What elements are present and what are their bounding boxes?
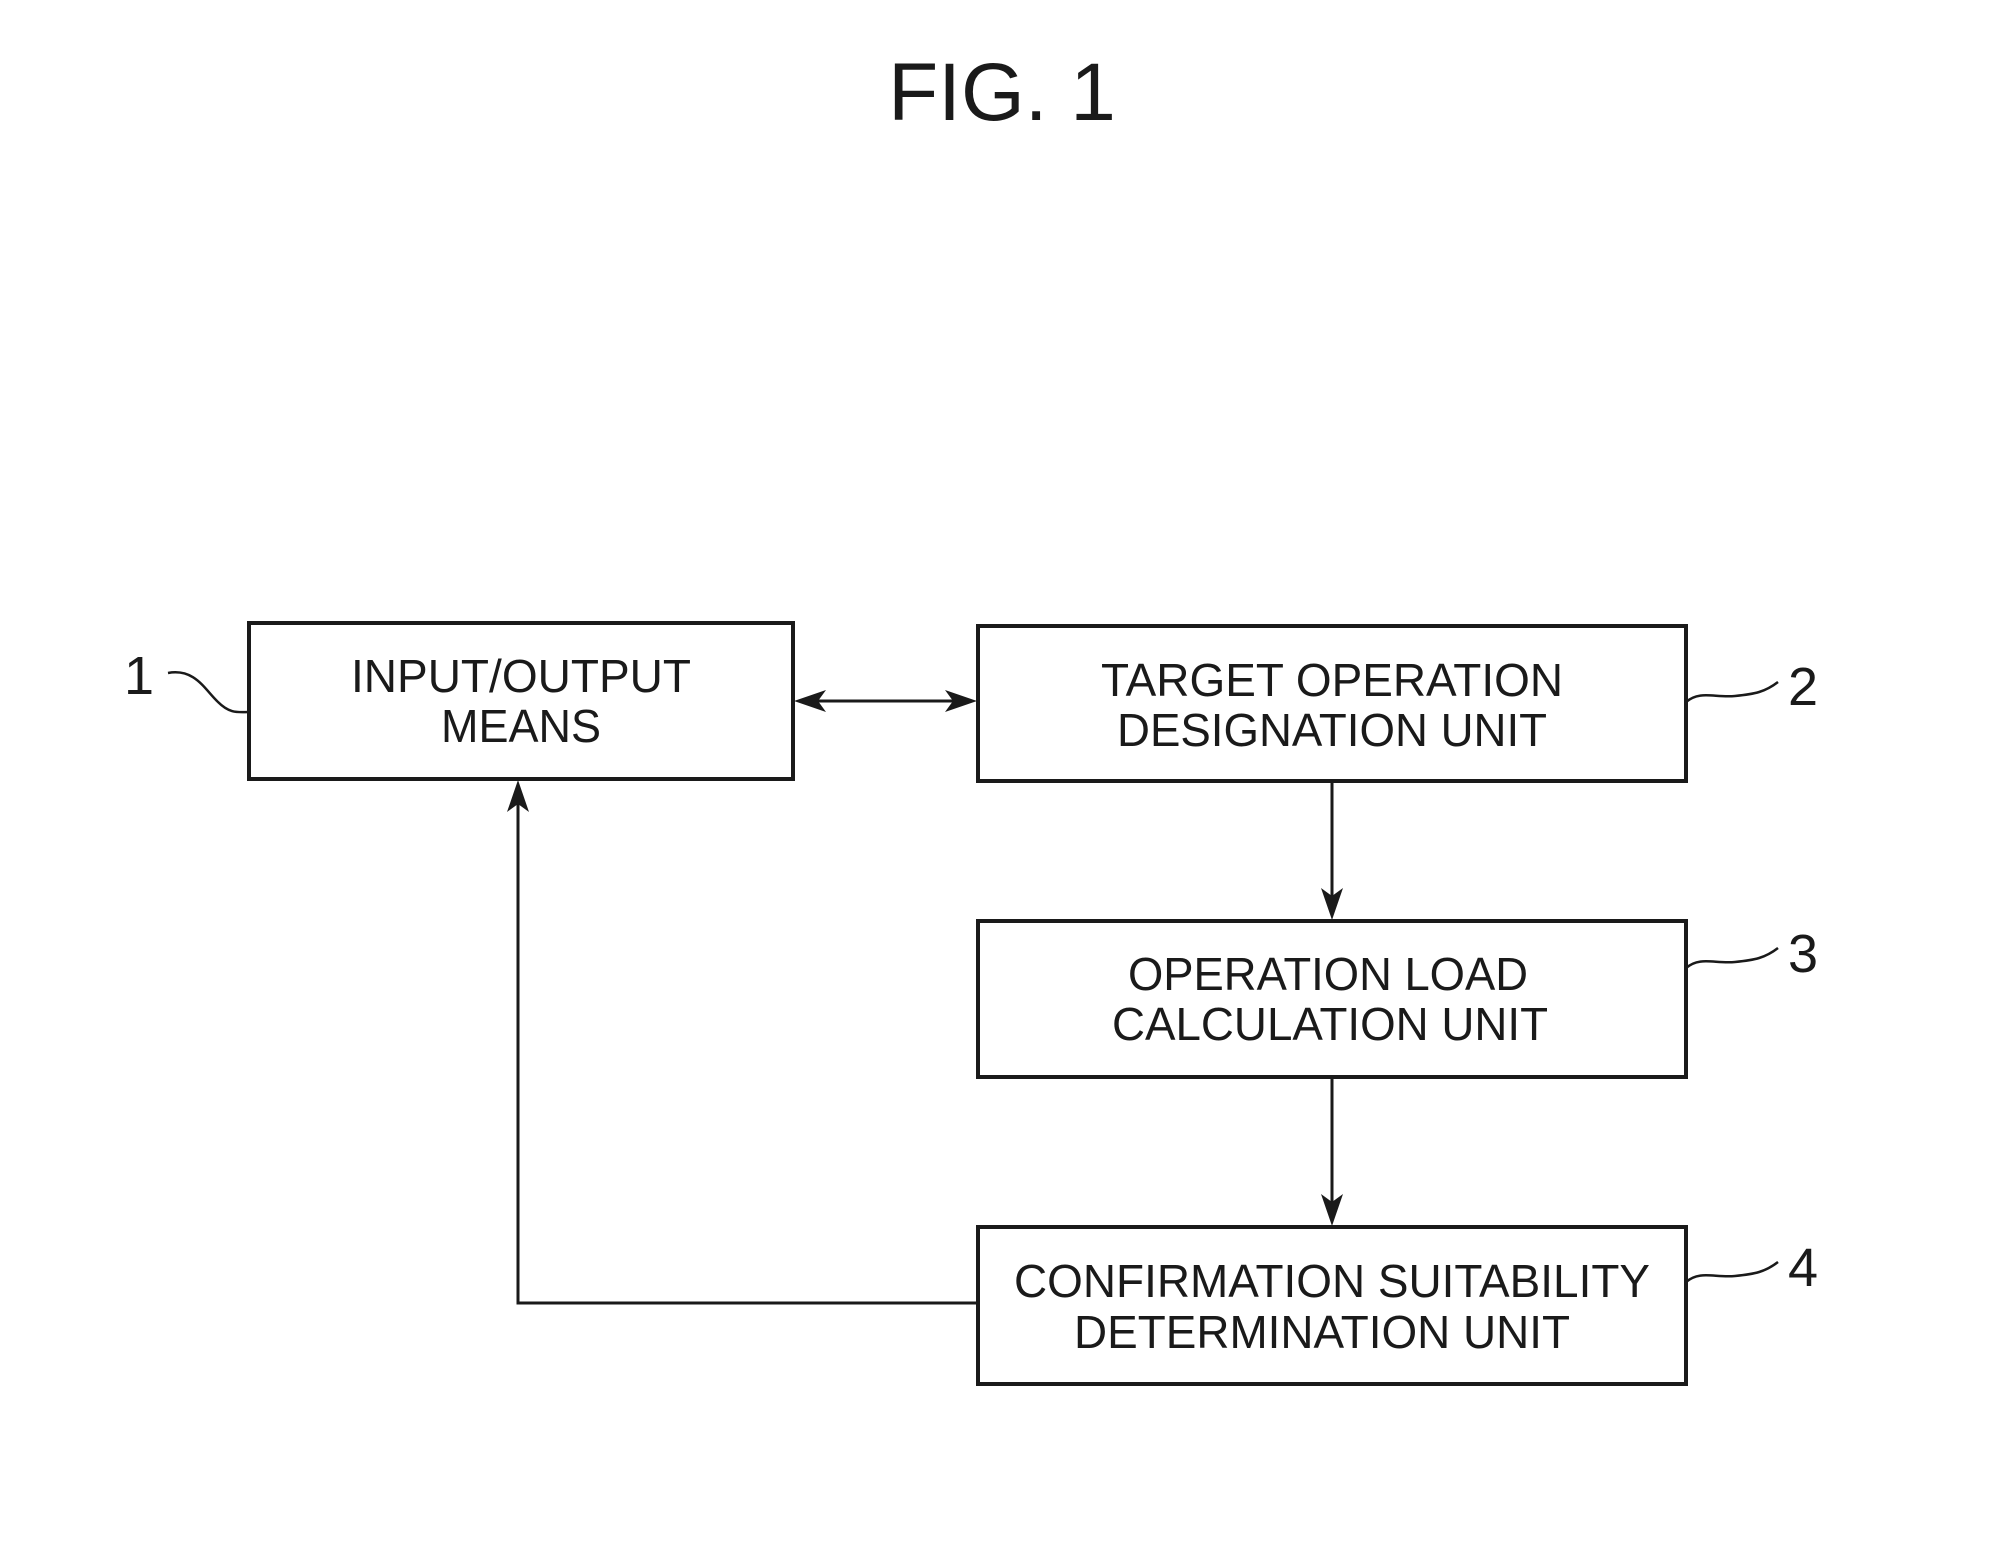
block-3-line1: OPERATION LOAD (1128, 948, 1528, 1000)
block-1-line1: INPUT/OUTPUT (351, 650, 691, 702)
block-4-line2: DETERMINATION UNIT (1074, 1306, 1570, 1358)
block-3-line2: CALCULATION UNIT (1112, 998, 1548, 1050)
ref-numeral-2: 2 (1788, 657, 1818, 717)
block-2-line2: DESIGNATION UNIT (1117, 704, 1547, 756)
connector-2-3 (1321, 781, 1343, 920)
connector-4-1-line (516, 786, 978, 1305)
block-operation-load-calculation-unit: OPERATION LOAD CALCULATION UNIT (976, 919, 1688, 1079)
leader-line-4 (1685, 1261, 1779, 1283)
leader-line-1 (167, 671, 250, 714)
ref-numeral-4: 4 (1788, 1238, 1818, 1298)
block-input-output-means: INPUT/OUTPUT MEANS (247, 621, 795, 781)
connector-1-2-bidirectional (794, 690, 977, 712)
ref-numeral-3: 3 (1788, 924, 1818, 984)
leader-line-2 (1685, 681, 1779, 703)
block-confirmation-suitability-determination-unit: CONFIRMATION SUITABILITY DETERMINATION U… (976, 1225, 1688, 1386)
block-1-line2: MEANS (441, 700, 601, 752)
block-diagram: FIG. 1 INPUT/OUTPUT MEANS TARGET OPERATI… (124, 47, 1818, 1386)
ref-numeral-1: 1 (124, 646, 154, 706)
connector-3-4 (1321, 1077, 1343, 1226)
leader-line-3 (1685, 947, 1779, 969)
block-4-line1: CONFIRMATION SUITABILITY (1014, 1255, 1650, 1307)
block-2-line1: TARGET OPERATION (1101, 654, 1563, 706)
figure-title: FIG. 1 (888, 47, 1116, 138)
block-target-operation-designation-unit: TARGET OPERATION DESIGNATION UNIT (976, 624, 1688, 783)
connector-4-1-feedback (507, 780, 978, 1305)
